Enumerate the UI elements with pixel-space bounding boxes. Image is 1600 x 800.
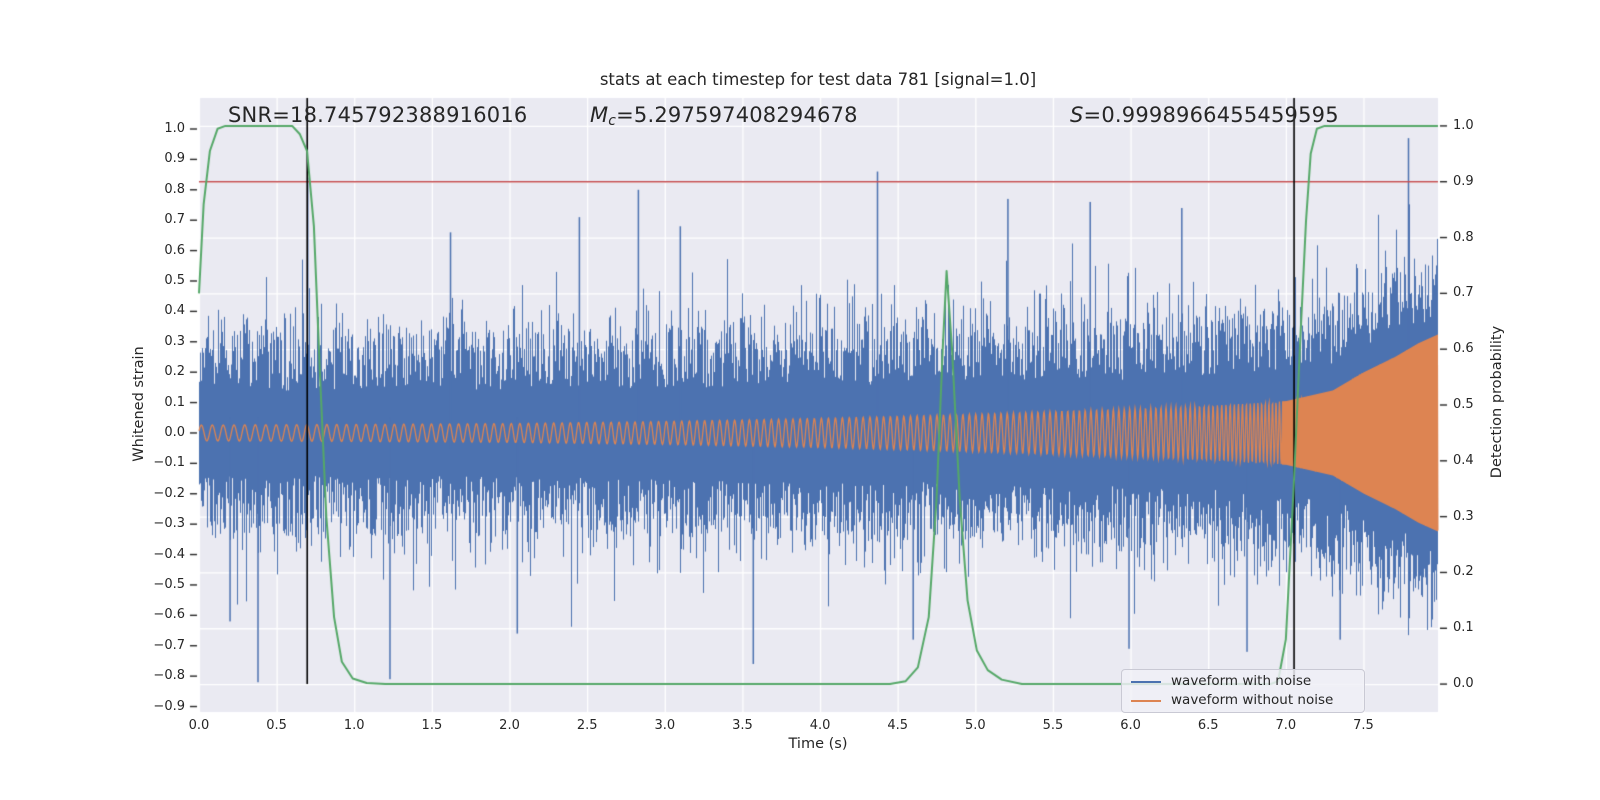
x-tick-label: 2.0 <box>499 718 520 733</box>
left-y-tick-label: −0.7 <box>153 637 185 653</box>
left-y-tick-label: −0.9 <box>153 698 185 714</box>
left-y-tick-label: −0.8 <box>153 668 185 684</box>
x-tick-label: 6.5 <box>1197 718 1219 733</box>
x-tick-label: 6.0 <box>1120 718 1141 733</box>
x-tick-label: 0.0 <box>188 718 210 733</box>
left-y-tick-label: 0.1 <box>164 394 185 410</box>
x-tick-label: 4.0 <box>809 718 831 733</box>
left-y-tick-label: −0.5 <box>153 576 185 592</box>
left-y-tick-label: 0.5 <box>164 272 185 288</box>
left-y-tick-label: −0.1 <box>153 455 185 471</box>
left-y-tick-label: −0.6 <box>153 607 185 623</box>
legend-item-with-noise: waveform with noise <box>1131 673 1354 690</box>
left-y-tick-label: 0.2 <box>164 364 185 380</box>
right-y-tick-label: 0.2 <box>1453 564 1474 580</box>
stat-annotation-2: S=0.9998966455459595 <box>1070 103 1339 127</box>
legend: waveform with noise waveform without noi… <box>1121 669 1365 713</box>
left-y-tick-label: −0.4 <box>153 546 185 562</box>
legend-line-blue-icon <box>1131 680 1161 683</box>
left-y-tick-label: 0.7 <box>164 212 185 228</box>
legend-line-orange-icon <box>1131 699 1161 702</box>
left-y-tick-label: 1.0 <box>164 121 185 136</box>
right-y-tick-label: 0.4 <box>1453 452 1474 468</box>
left-y-tick-label: −0.3 <box>153 516 185 532</box>
left-y-tick-label: −0.2 <box>153 485 185 501</box>
chart-title: stats at each timestep for test data 781… <box>599 70 1037 89</box>
x-tick-label: 4.5 <box>887 718 909 733</box>
right-y-axis-label: Detection probability <box>1489 325 1505 479</box>
right-y-tick-label: 0.3 <box>1453 508 1474 524</box>
left-y-tick-label: 0.6 <box>164 242 185 258</box>
stat-annotation-1: Mc=5.297597408294678 <box>589 103 858 130</box>
stat-annotation-0: SNR=18.745792388916016 <box>228 103 528 127</box>
x-tick-label: 1.0 <box>343 718 365 733</box>
x-tick-label: 7.0 <box>1275 718 1297 733</box>
right-y-tick-label: 1.0 <box>1453 117 1474 133</box>
x-tick-label: 2.5 <box>576 718 598 733</box>
right-y-tick-label: 0.8 <box>1453 229 1474 245</box>
x-tick-label: 7.5 <box>1353 718 1374 733</box>
right-y-tick-label: 0.6 <box>1453 341 1474 357</box>
right-y-tick-label: 0.9 <box>1453 173 1474 189</box>
right-y-tick-label: 0.1 <box>1453 620 1474 636</box>
legend-item-without-noise: waveform without noise <box>1131 692 1354 709</box>
x-tick-label: 5.5 <box>1042 718 1064 733</box>
legend-label-without-noise: waveform without noise <box>1171 692 1334 708</box>
x-tick-label: 0.5 <box>266 718 287 733</box>
right-y-tick-label: 0.7 <box>1453 285 1474 301</box>
legend-label-with-noise: waveform with noise <box>1171 673 1312 689</box>
left-y-tick-label: 0.9 <box>164 151 185 167</box>
left-y-tick-label: 0.8 <box>164 181 185 197</box>
left-y-tick-label: 0.3 <box>164 333 185 349</box>
right-y-tick-label: 0.5 <box>1453 397 1474 412</box>
x-tick-label: 5.0 <box>964 718 986 733</box>
x-tick-label: 3.0 <box>654 718 676 733</box>
x-tick-label: 1.5 <box>421 718 443 733</box>
x-tick-label: 3.5 <box>732 718 753 733</box>
right-y-tick-label: 0.0 <box>1453 676 1474 692</box>
x-axis-label: Time (s) <box>788 736 848 752</box>
left-y-tick-label: 0.4 <box>164 303 185 319</box>
left-y-tick-label: 0.0 <box>164 424 185 440</box>
